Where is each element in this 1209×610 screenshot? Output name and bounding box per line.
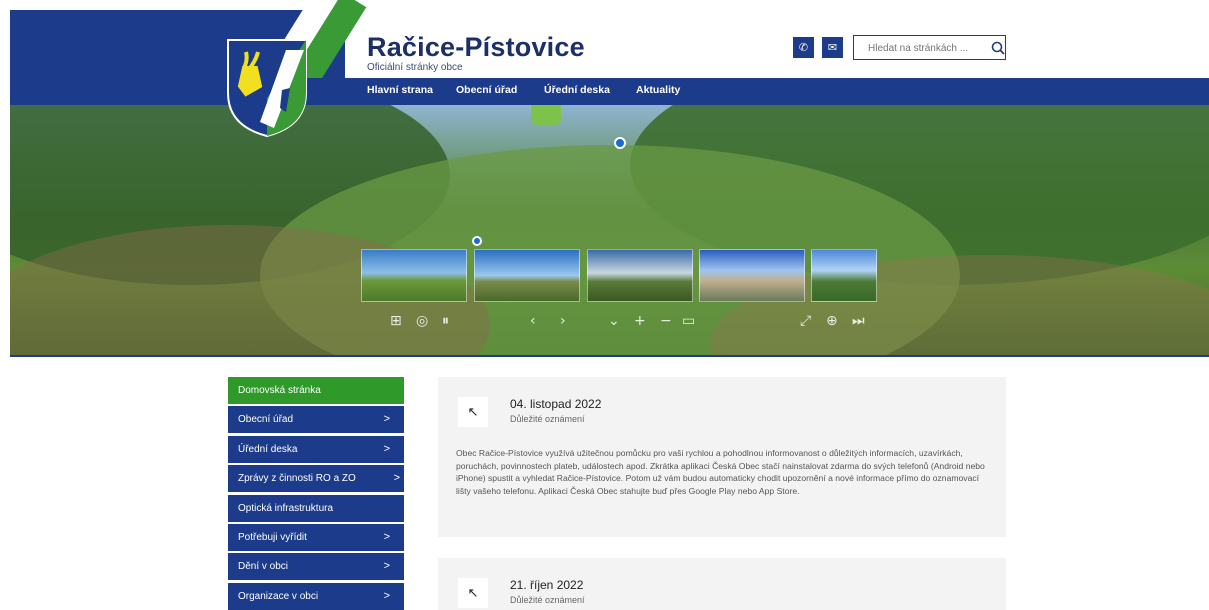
chevron-right-icon: >	[383, 442, 390, 455]
sidebar-item-label: Obecní úřad	[238, 414, 294, 426]
panorama-thumbnail[interactable]	[474, 249, 580, 302]
next-icon[interactable]: ⏭	[852, 313, 865, 329]
search-button[interactable]	[987, 38, 1009, 58]
hotspot-icon[interactable]	[472, 236, 482, 246]
fullscreen-icon[interactable]: ⤢	[800, 313, 811, 329]
sidebar-item-zpravy-z-cinnosti[interactable]: Zprávy z činnosti RO a ZO >	[228, 465, 404, 493]
gyro-icon[interactable]: ⊕	[826, 313, 838, 329]
search-box	[853, 35, 1006, 60]
news-category: Důležité oznámení	[510, 595, 585, 605]
panorama-thumbnail[interactable]	[361, 249, 467, 302]
chevron-down-icon[interactable]: ⌄	[608, 313, 620, 329]
arrow-up-left-icon[interactable]: ↖	[458, 578, 488, 608]
sidebar-item-potrebuji-vyridit[interactable]: Potřebuji vyřídit >	[228, 523, 404, 551]
sidebar-item-obecni-urad[interactable]: Obecní úřad >	[228, 406, 404, 434]
nav-item-aktuality[interactable]: Aktuality	[636, 84, 680, 96]
page: Hlavní strana Obecní úřad Úřední deska A…	[0, 0, 1209, 610]
panorama-thumbnail[interactable]	[699, 249, 805, 302]
hero-divider	[10, 355, 1209, 357]
vr-icon[interactable]: ▭	[682, 313, 695, 329]
grid-icon[interactable]: ⊞	[390, 313, 402, 329]
nav-item-hlavni-strana[interactable]: Hlavní strana	[367, 84, 433, 96]
nav-item-uredni-deska[interactable]: Úřední deska	[544, 84, 610, 96]
sidebar-item-label: Zprávy z činnosti RO a ZO	[238, 473, 356, 485]
map-marker-icon[interactable]	[531, 105, 561, 125]
news-card[interactable]: ↖ 21. říjen 2022 Důležité oznámení	[438, 558, 1006, 610]
autorotate-icon[interactable]: ◎	[416, 313, 428, 329]
arrow-up-left-icon[interactable]: ↖	[458, 397, 488, 427]
news-date: 21. říjen 2022	[510, 578, 584, 592]
chevron-right-icon: >	[393, 472, 400, 485]
news-text: Obec Račice-Pístovice využívá užitečnou …	[456, 448, 985, 496]
coat-of-arms-icon[interactable]	[226, 38, 308, 138]
sidebar-item-organizace-v-obci[interactable]: Organizace v obci >	[228, 582, 404, 610]
nav-item-obecni-urad[interactable]: Obecní úřad	[456, 84, 517, 96]
search-icon	[991, 41, 1005, 55]
news-category: Důležité oznámení	[510, 414, 585, 424]
site-subtitle: Oficiální stránky obce	[367, 62, 463, 73]
sidebar-item-domovska-stranka[interactable]: Domovská stránka	[228, 377, 404, 404]
sidebar-item-label: Potřebuji vyřídit	[238, 531, 307, 543]
zoom-out-icon[interactable]: −	[660, 313, 672, 329]
site-title[interactable]: Račice-Pístovice	[367, 32, 585, 63]
mail-icon: ✉	[827, 41, 838, 54]
chevron-left-icon[interactable]: ‹	[530, 313, 536, 329]
sidebar-item-uredni-deska[interactable]: Úřední deska >	[228, 435, 404, 463]
sidebar-item-deni-v-obci[interactable]: Dění v obci >	[228, 553, 404, 581]
zoom-in-icon[interactable]: +	[634, 313, 646, 329]
sidebar-item-label: Domovská stránka	[238, 385, 321, 396]
sidebar-item-label: Dění v obci	[238, 561, 289, 573]
news-card[interactable]: ↖ 04. listopad 2022 Důležité oznámení Ob…	[438, 377, 1006, 537]
mail-button[interactable]: ✉	[822, 37, 843, 58]
panorama-thumbnail[interactable]	[811, 249, 877, 302]
sidebar-item-label: Optická infrastruktura	[238, 502, 334, 514]
chevron-right-icon: >	[383, 413, 390, 426]
sidebar-item-opticka-infrastruktura[interactable]: Optická infrastruktura	[228, 494, 404, 522]
sidebar-menu: Domovská stránka Obecní úřad > Úřední de…	[228, 377, 404, 610]
panorama-thumbnail[interactable]	[587, 249, 693, 302]
chevron-right-icon: >	[383, 560, 390, 573]
phone-button[interactable]: ✆	[793, 37, 814, 58]
search-input[interactable]	[854, 37, 972, 60]
phone-icon: ✆	[798, 41, 809, 54]
chevron-right-icon: >	[383, 530, 390, 543]
news-date: 04. listopad 2022	[510, 397, 602, 411]
chevron-right-icon: >	[383, 589, 390, 602]
chevron-right-icon[interactable]: ›	[560, 313, 566, 329]
sidebar-item-label: Úřední deska	[238, 443, 298, 455]
sidebar-item-label: Organizace v obci	[238, 590, 319, 602]
hotspot-icon[interactable]	[614, 137, 626, 149]
pause-icon[interactable]: ⏸	[442, 313, 449, 329]
